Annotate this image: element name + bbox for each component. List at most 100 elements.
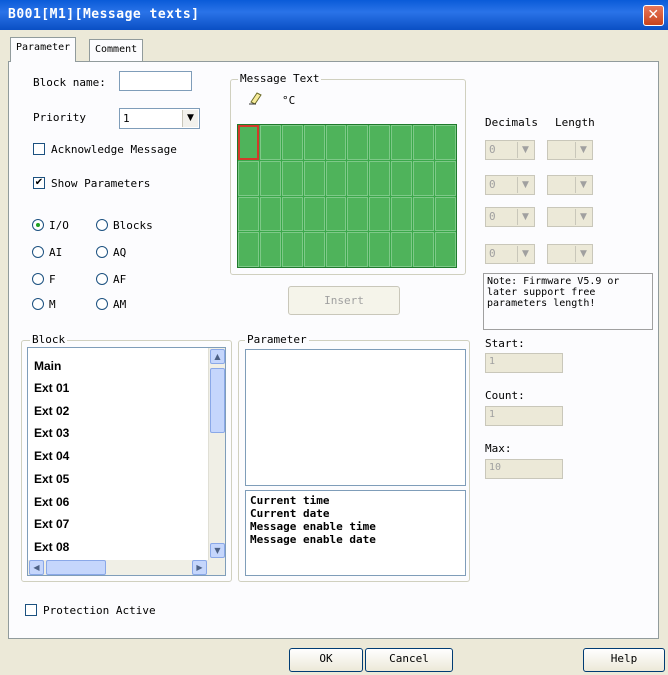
message-cell[interactable] xyxy=(303,160,325,196)
message-cell[interactable] xyxy=(259,160,281,196)
radio-aq[interactable] xyxy=(96,246,108,258)
message-cell[interactable] xyxy=(325,196,347,232)
message-text-grid[interactable] xyxy=(237,124,457,268)
message-cell[interactable] xyxy=(238,196,259,232)
eraser-icon[interactable] xyxy=(247,91,263,105)
message-cell[interactable] xyxy=(369,196,391,232)
message-cell[interactable] xyxy=(369,125,391,160)
message-cell[interactable] xyxy=(435,196,456,232)
scroll-down-icon[interactable]: ▼ xyxy=(210,543,225,558)
chevron-down-icon: ▼ xyxy=(517,209,533,225)
message-cell[interactable] xyxy=(369,232,391,267)
horizontal-scrollbar[interactable]: ◀ ▶ xyxy=(28,560,225,575)
chevron-down-icon[interactable]: ▼ xyxy=(182,110,198,127)
length-select-3[interactable]: ▼ xyxy=(547,207,593,227)
parameter-list[interactable] xyxy=(245,349,466,486)
message-cell[interactable] xyxy=(303,125,325,160)
show-parameters-checkbox[interactable]: ✔ xyxy=(33,177,45,189)
message-cell[interactable] xyxy=(435,125,456,160)
block-name-input[interactable] xyxy=(119,71,192,91)
message-cell[interactable] xyxy=(238,125,259,160)
message-cell[interactable] xyxy=(435,160,456,196)
message-cell[interactable] xyxy=(391,160,413,196)
message-cell[interactable] xyxy=(238,160,259,196)
message-cell[interactable] xyxy=(391,125,413,160)
scroll-left-icon[interactable]: ◀ xyxy=(29,560,44,575)
radio-m[interactable] xyxy=(32,298,44,310)
scroll-right-icon[interactable]: ▶ xyxy=(192,560,207,575)
radio-af[interactable] xyxy=(96,273,108,285)
acknowledge-checkbox[interactable] xyxy=(33,143,45,155)
message-cell[interactable] xyxy=(325,125,347,160)
message-cell[interactable] xyxy=(413,232,435,267)
length-select-2[interactable]: ▼ xyxy=(547,175,593,195)
message-cell[interactable] xyxy=(281,160,303,196)
list-item[interactable]: Message enable time xyxy=(250,520,461,533)
scroll-up-icon[interactable]: ▲ xyxy=(210,349,225,364)
radio-blocks[interactable] xyxy=(96,219,108,231)
list-item[interactable]: Ext 05 xyxy=(34,472,69,486)
message-cell[interactable] xyxy=(303,196,325,232)
length-select-1[interactable]: ▼ xyxy=(547,140,593,160)
radio-am[interactable] xyxy=(96,298,108,310)
close-button[interactable]: ✕ xyxy=(643,5,664,26)
ok-button[interactable]: OK xyxy=(289,648,363,672)
start-input[interactable]: 1 xyxy=(485,353,563,373)
list-item[interactable]: Ext 04 xyxy=(34,449,69,463)
list-item[interactable]: Message enable date xyxy=(250,533,461,546)
message-cell[interactable] xyxy=(347,232,369,267)
message-cell[interactable] xyxy=(391,232,413,267)
list-item[interactable]: Ext 06 xyxy=(34,495,69,509)
radio-f[interactable] xyxy=(32,273,44,285)
message-cell[interactable] xyxy=(413,160,435,196)
insert-button[interactable]: Insert xyxy=(288,286,400,315)
message-cell[interactable] xyxy=(413,196,435,232)
cancel-button[interactable]: Cancel xyxy=(365,648,453,672)
message-cell[interactable] xyxy=(435,232,456,267)
decimals-select-3[interactable]: 0 ▼ xyxy=(485,207,535,227)
message-cell[interactable] xyxy=(259,196,281,232)
message-cell[interactable] xyxy=(391,196,413,232)
message-cell[interactable] xyxy=(281,232,303,267)
decimals-select-2[interactable]: 0 ▼ xyxy=(485,175,535,195)
priority-select[interactable]: 1 ▼ xyxy=(119,108,200,129)
tab-parameter[interactable]: Parameter xyxy=(10,37,77,62)
radio-ai[interactable] xyxy=(32,246,44,258)
message-cell[interactable] xyxy=(303,232,325,267)
list-item[interactable]: Ext 02 xyxy=(34,404,69,418)
message-cell[interactable] xyxy=(369,160,391,196)
list-item[interactable]: Main xyxy=(34,359,61,373)
message-cell[interactable] xyxy=(238,232,259,267)
length-select-4[interactable]: ▼ xyxy=(547,244,593,264)
hscroll-thumb[interactable] xyxy=(46,560,106,575)
max-input[interactable]: 10 xyxy=(485,459,563,479)
message-cell[interactable] xyxy=(281,125,303,160)
message-cell[interactable] xyxy=(259,232,281,267)
list-item[interactable]: Current time xyxy=(250,494,461,507)
message-cell[interactable] xyxy=(347,196,369,232)
scroll-thumb[interactable] xyxy=(210,368,225,433)
decimals-select-1[interactable]: 0 ▼ xyxy=(485,140,535,160)
list-item[interactable]: Ext 01 xyxy=(34,381,69,395)
message-cell[interactable] xyxy=(281,196,303,232)
count-input[interactable]: 1 xyxy=(485,406,563,426)
list-item[interactable]: Ext 07 xyxy=(34,517,69,531)
message-cell[interactable] xyxy=(413,125,435,160)
list-item[interactable]: Ext 03 xyxy=(34,426,69,440)
block-list[interactable]: Main Ext 01 Ext 02 Ext 03 Ext 04 Ext 05 … xyxy=(27,347,226,576)
radio-io[interactable] xyxy=(32,219,44,231)
message-cell[interactable] xyxy=(259,125,281,160)
special-parameter-list[interactable]: Current time Current date Message enable… xyxy=(245,490,466,576)
list-item[interactable]: Current date xyxy=(250,507,461,520)
message-cell[interactable] xyxy=(325,160,347,196)
decimals-select-4[interactable]: 0 ▼ xyxy=(485,244,535,264)
tab-comment[interactable]: Comment xyxy=(89,39,144,61)
protection-checkbox[interactable] xyxy=(25,604,37,616)
degree-symbol-button[interactable]: °C xyxy=(282,94,295,107)
vertical-scrollbar[interactable]: ▲ ▼ xyxy=(208,348,225,560)
help-button[interactable]: Help xyxy=(583,648,665,672)
list-item[interactable]: Ext 08 xyxy=(34,540,69,554)
message-cell[interactable] xyxy=(325,232,347,267)
message-cell[interactable] xyxy=(347,125,369,160)
message-cell[interactable] xyxy=(347,160,369,196)
